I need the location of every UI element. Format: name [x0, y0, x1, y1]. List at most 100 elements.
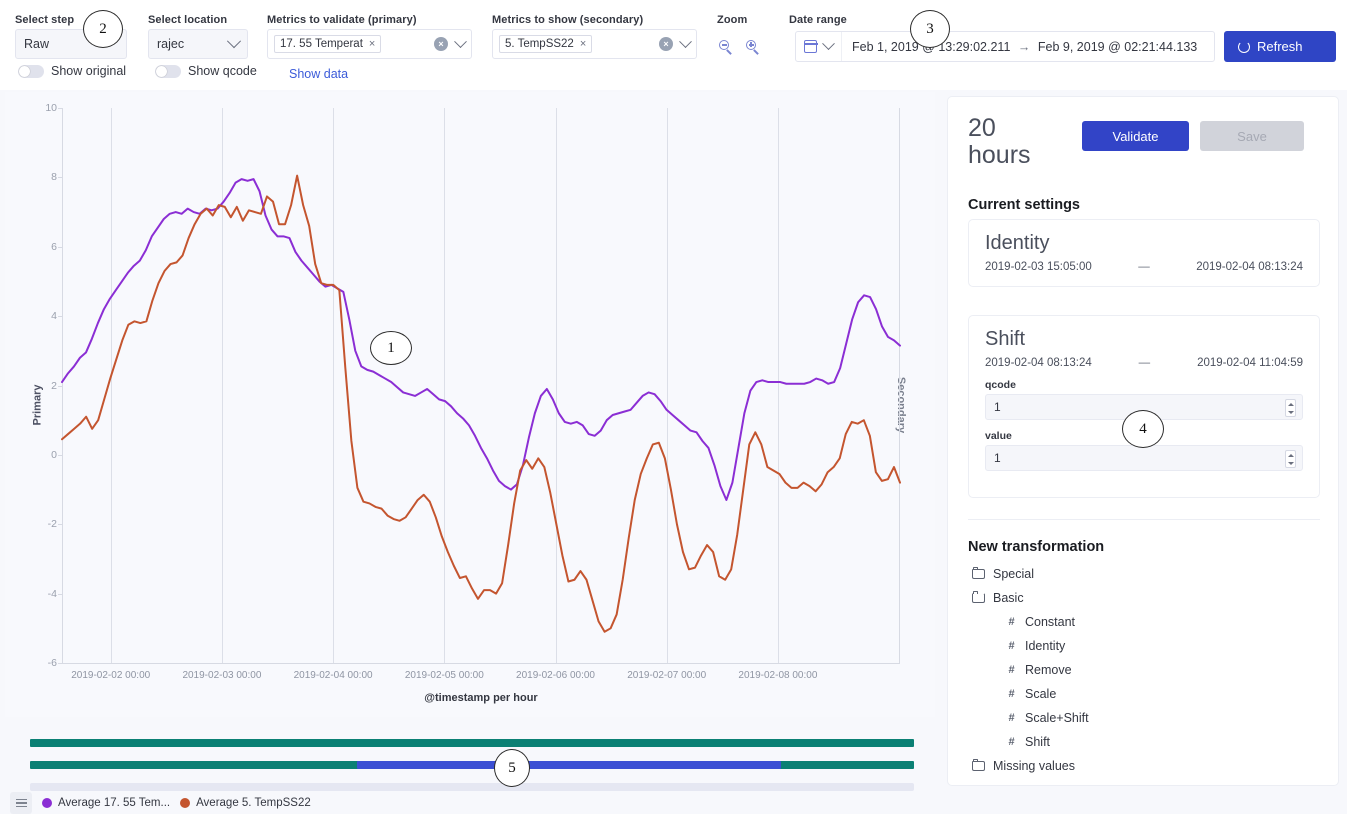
transformation-tree-item[interactable]: # Identity: [1006, 639, 1065, 653]
transformation-tree-item[interactable]: Basic: [972, 590, 1024, 605]
metrics-secondary-field: Metrics to show (secondary) 5. TempSS22 …: [492, 14, 697, 59]
transformation-tree-item[interactable]: # Scale: [1006, 687, 1056, 701]
date-range-picker[interactable]: Feb 1, 2019 @ 13:29:02.211 → Feb 9, 2019…: [795, 31, 1215, 62]
show-data-link[interactable]: Show data: [289, 67, 348, 81]
x-axis-tick-label: 2019-02-03 00:00: [182, 670, 262, 681]
timeline-selection-segment[interactable]: [357, 761, 782, 769]
stepper-down-icon[interactable]: [1287, 410, 1294, 414]
x-axis-tick-label: 2019-02-08 00:00: [738, 670, 818, 681]
folder-icon: [972, 566, 985, 579]
select-step-value: Raw: [24, 37, 50, 51]
value-input[interactable]: 1: [985, 445, 1303, 471]
transformation-tree-item-label: Scale+Shift: [1025, 711, 1089, 725]
stepper-up-icon[interactable]: [1287, 453, 1294, 457]
chevron-down-icon: [226, 34, 242, 49]
zoom-controls: [719, 40, 761, 55]
panel-divider: [968, 519, 1320, 520]
timeline-bar-bottom[interactable]: [30, 761, 914, 769]
clear-icon[interactable]: ×: [659, 37, 673, 51]
transformation-tree-item-label: Missing values: [993, 759, 1075, 773]
calendar-dropdown-button[interactable]: [796, 32, 842, 61]
stepper-down-icon[interactable]: [1287, 461, 1294, 465]
metric-pill-primary-label: 17. 55 Temperat: [280, 38, 363, 50]
select-location-value: rajec: [157, 37, 185, 51]
stepper-up-icon[interactable]: [1287, 402, 1294, 406]
legend-toggle-button[interactable]: [10, 792, 32, 814]
transformation-tree-item-label: Basic: [993, 591, 1024, 605]
chevron-down-icon[interactable]: [454, 34, 467, 48]
setting-card-title: Shift: [985, 328, 1026, 350]
show-original-toggle-row[interactable]: Show original: [18, 64, 126, 78]
y-axis-tick-label: -2: [47, 518, 57, 531]
show-qcode-toggle[interactable]: [155, 64, 181, 78]
chart-panel: Primary Secondary 10 8 6 4 2 0 -2 -4 -6 2019-02-0…: [5, 92, 935, 814]
validate-button[interactable]: Validate: [1082, 121, 1189, 151]
date-range-end: Feb 9, 2019 @ 02:21:44.133: [1037, 39, 1198, 54]
qcode-value: 1: [994, 400, 1001, 414]
legend-item[interactable]: Average 5. TempSS22: [180, 797, 311, 809]
callout-marker-4: 4: [1122, 410, 1164, 448]
y-axis-tick-label: 4: [51, 310, 57, 323]
setting-card-shift[interactable]: Shift 2019-02-04 08:13:24 — 2019-02-04 1…: [968, 315, 1320, 498]
show-original-label: Show original: [51, 64, 127, 78]
refresh-label: Refresh: [1257, 39, 1303, 54]
folder-icon: [972, 758, 985, 771]
chevron-down-icon: [822, 37, 835, 51]
chevron-down-icon[interactable]: [679, 34, 692, 48]
hash-icon: #: [1008, 664, 1015, 676]
show-qcode-toggle-row[interactable]: Show qcode: [155, 64, 257, 78]
y-axis-tick-label: 8: [51, 171, 57, 184]
zoom-out-icon[interactable]: [719, 40, 734, 55]
chart-plot-area[interactable]: 10 8 6 4 2 0 -2 -4 -6 2019-02-02 00:00 2019-02-03 …: [45, 102, 901, 681]
callout-marker-3: 3: [910, 10, 950, 48]
x-axis-tick-label: 2019-02-02 00:00: [71, 670, 151, 681]
range-end: 2019-02-04 11:04:59: [1197, 357, 1303, 369]
select-location-dropdown[interactable]: rajec: [148, 29, 248, 59]
y-axis-tick-label: -6: [47, 657, 57, 669]
folder-open-icon: [972, 590, 985, 603]
range-end: 2019-02-04 08:13:24: [1196, 261, 1303, 273]
y-axis-tick-label: 0: [51, 448, 57, 461]
setting-card-identity[interactable]: Identity 2019-02-03 15:05:00 — 2019-02-0…: [968, 219, 1320, 287]
date-range-text[interactable]: Feb 1, 2019 @ 13:29:02.211 → Feb 9, 2019…: [842, 40, 1207, 54]
show-original-toggle[interactable]: [18, 64, 44, 78]
hash-icon: #: [1008, 616, 1015, 628]
duration-value: 20: [968, 114, 996, 142]
value-stepper[interactable]: [1285, 450, 1296, 468]
range-start: 2019-02-03 15:05:00: [985, 261, 1092, 273]
close-icon[interactable]: ×: [369, 38, 375, 50]
setting-card-range: 2019-02-04 08:13:24 — 2019-02-04 11:04:5…: [985, 357, 1303, 369]
clear-icon[interactable]: ×: [434, 37, 448, 51]
transformation-tree-item[interactable]: Missing values: [972, 758, 1075, 773]
duration-unit: hours: [968, 141, 1031, 169]
timeline-bar-top[interactable]: [30, 739, 914, 747]
metrics-secondary-combobox[interactable]: 5. TempSS22 × ×: [492, 29, 697, 59]
current-settings-title: Current settings: [968, 197, 1080, 213]
transformation-tree-item[interactable]: # Shift: [1006, 735, 1050, 749]
transformation-tree-item[interactable]: Special: [972, 566, 1034, 581]
transformation-tree-item[interactable]: # Scale+Shift: [1006, 711, 1089, 725]
transformation-tree-item[interactable]: # Constant: [1006, 615, 1075, 629]
qcode-stepper[interactable]: [1285, 399, 1296, 417]
close-icon[interactable]: ×: [580, 38, 586, 50]
zoom-in-icon[interactable]: [746, 40, 761, 55]
transformation-tree-item-label: Shift: [1025, 735, 1051, 749]
chart-series-svg: [61, 174, 901, 633]
metric-pill-primary[interactable]: 17. 55 Temperat ×: [274, 35, 382, 53]
chart-legend: Average 17. 55 Tem... Average 5. TempSS2…: [10, 792, 311, 814]
metric-pill-secondary[interactable]: 5. TempSS22 ×: [499, 35, 593, 53]
setting-card-title: Identity: [985, 232, 1050, 254]
chart-line-series: [61, 178, 901, 501]
x-axis-tick-label: 2019-02-06 00:00: [516, 670, 595, 681]
callout-marker-2: 2: [83, 10, 123, 48]
metrics-primary-combobox[interactable]: 17. 55 Temperat × ×: [267, 29, 472, 59]
zoom-label: Zoom: [717, 14, 748, 26]
refresh-button[interactable]: Refresh: [1224, 31, 1336, 62]
date-range-label: Date range: [789, 14, 847, 26]
legend-item[interactable]: Average 17. 55 Tem...: [42, 797, 170, 809]
legend-item-label: Average 17. 55 Tem...: [58, 797, 171, 809]
transformation-tree-item[interactable]: # Remove: [1006, 663, 1071, 677]
x-axis-tick-label: 2019-02-05 00:00: [404, 670, 484, 681]
transformation-tree-item-label: Scale: [1025, 687, 1057, 701]
horizontal-scrollbar[interactable]: [30, 783, 914, 791]
